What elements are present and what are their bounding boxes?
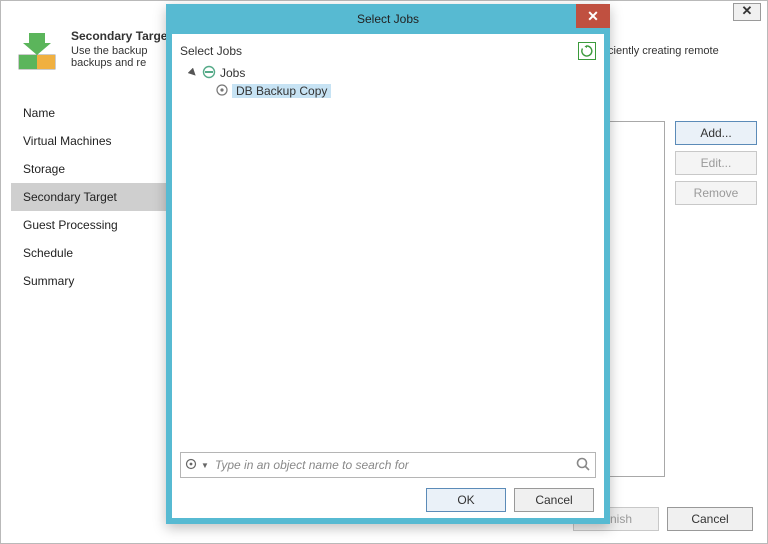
dropdown-icon[interactable]: ▼ <box>201 461 209 470</box>
jobs-folder-icon <box>202 65 216 82</box>
nav-storage[interactable]: Storage <box>11 155 179 183</box>
wizard-step-icon <box>15 29 59 73</box>
tree-root-jobs[interactable]: Jobs <box>180 64 596 82</box>
ok-button[interactable]: OK <box>426 488 506 512</box>
nav-secondary-target[interactable]: Secondary Target <box>11 183 179 211</box>
search-input[interactable] <box>213 457 571 473</box>
nav-schedule[interactable]: Schedule <box>11 239 179 267</box>
dialog-caption: Select Jobs <box>180 44 242 58</box>
wizard-nav: Name Virtual Machines Storage Secondary … <box>11 99 179 491</box>
refresh-button[interactable] <box>578 42 596 60</box>
cancel-button[interactable]: Cancel <box>514 488 594 512</box>
search-icon[interactable] <box>575 456 591 475</box>
tree-item-label: DB Backup Copy <box>232 84 331 98</box>
dialog-close-button[interactable]: ✕ <box>576 4 610 28</box>
collapse-icon[interactable] <box>188 68 198 78</box>
remove-button: Remove <box>675 181 757 205</box>
close-icon: ✕ <box>742 3 753 18</box>
dialog-title: Select Jobs <box>357 12 419 26</box>
tree-root-label: Jobs <box>220 66 245 80</box>
dialog-titlebar[interactable]: Select Jobs ✕ <box>166 4 610 34</box>
wizard-cancel-button[interactable]: Cancel <box>667 507 753 531</box>
refresh-icon <box>581 45 593 57</box>
job-icon <box>216 84 228 99</box>
wizard-close-button[interactable]: ✕ <box>733 3 761 21</box>
nav-name[interactable]: Name <box>11 99 179 127</box>
jobs-tree[interactable]: Jobs DB Backup Copy <box>180 62 596 448</box>
tree-item-db-backup-copy[interactable]: DB Backup Copy <box>180 82 596 100</box>
edit-button: Edit... <box>675 151 757 175</box>
search-bar: ▼ <box>180 452 596 478</box>
nav-summary[interactable]: Summary <box>11 267 179 295</box>
close-icon: ✕ <box>587 8 599 25</box>
filter-gear-icon[interactable] <box>185 458 197 473</box>
select-jobs-dialog: Select Jobs ✕ Select Jobs Jo <box>166 4 610 524</box>
dialog-footer: OK Cancel <box>172 488 604 512</box>
nav-virtual-machines[interactable]: Virtual Machines <box>11 127 179 155</box>
nav-guest-processing[interactable]: Guest Processing <box>11 211 179 239</box>
add-button[interactable]: Add... <box>675 121 757 145</box>
